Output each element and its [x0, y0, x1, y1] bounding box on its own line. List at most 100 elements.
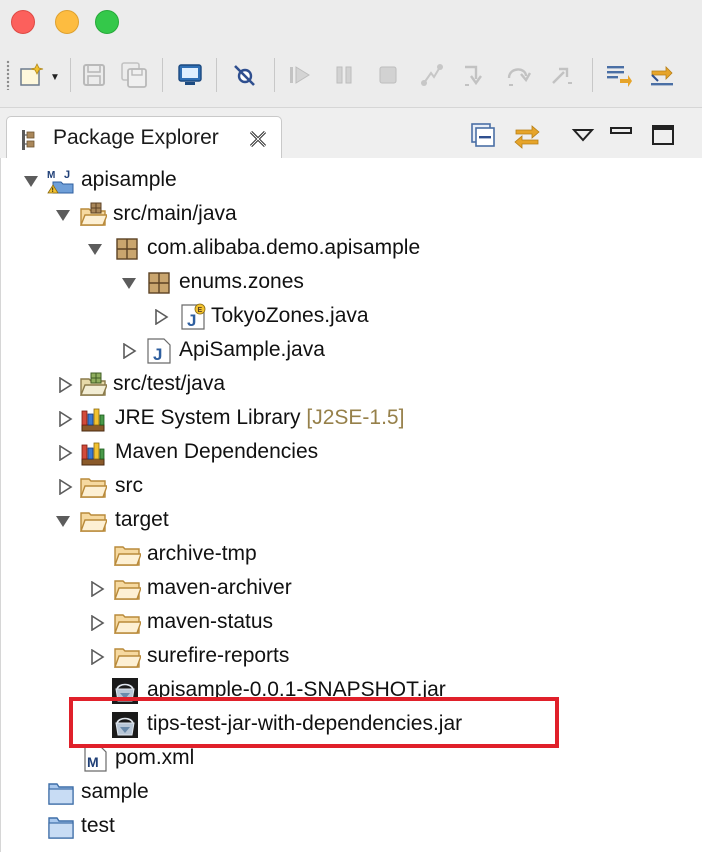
chevron-right-icon[interactable] [89, 581, 105, 597]
chevron-right-icon[interactable] [89, 615, 105, 631]
suspend-button[interactable] [330, 61, 358, 89]
step-into-button[interactable] [460, 61, 488, 89]
library-icon [79, 439, 107, 467]
tree-item[interactable]: sample [1, 776, 702, 810]
collapse-all-button[interactable] [468, 120, 498, 150]
tree-item-label: pom.xml [115, 746, 195, 769]
disconnect-icon [421, 64, 443, 86]
tree-item[interactable]: M J ! apisample [1, 164, 702, 198]
save-all-button[interactable] [120, 61, 148, 89]
svg-text:E: E [198, 307, 203, 314]
tree-item[interactable]: test [1, 810, 702, 844]
link-with-editor-icon [514, 125, 540, 149]
tree-item-label: test [81, 814, 115, 837]
open-console-button[interactable] [176, 61, 204, 89]
java-enum-file-icon: J E [179, 303, 207, 331]
new-wizard-button[interactable] [18, 61, 46, 89]
java-file-icon: J [145, 337, 173, 365]
tree-item[interactable]: J E TokyoZones.java [1, 300, 702, 334]
step-return-icon [552, 67, 572, 84]
step-into-icon [465, 65, 482, 86]
tree-item[interactable]: maven-archiver [1, 572, 702, 606]
chevron-down-icon[interactable] [23, 173, 39, 189]
collapse-all-icon [471, 123, 495, 147]
resume-icon [290, 66, 310, 84]
save-all-icon [121, 62, 147, 88]
terminate-button[interactable] [374, 61, 402, 89]
step-over-button[interactable] [504, 61, 532, 89]
view-menu-icon [571, 129, 595, 142]
tree-item[interactable]: src/test/java [1, 368, 702, 402]
tree-item[interactable]: J ApiSample.java [1, 334, 702, 368]
closed-project-icon [47, 779, 75, 807]
tree-item[interactable]: enums.zones [1, 266, 702, 300]
tree-item-label: src/main/java [113, 202, 237, 225]
next-annotation-button[interactable] [604, 61, 632, 89]
folder-icon [113, 541, 141, 569]
tree-item-label: JRE System Library [J2SE-1.5] [115, 406, 405, 429]
tree-item[interactable]: src [1, 470, 702, 504]
tree-item-label: ApiSample.java [179, 338, 325, 361]
previous-annotation-icon [651, 66, 673, 86]
toolbar-separator [162, 58, 163, 92]
suspend-icon [336, 66, 352, 84]
toolbar-grip[interactable] [6, 60, 10, 90]
folder-icon [113, 575, 141, 603]
library-icon [79, 405, 107, 433]
tree-item-label: surefire-reports [147, 644, 290, 667]
package-icon [113, 235, 141, 263]
chevron-right-icon[interactable] [153, 309, 169, 325]
chevron-down-icon[interactable] [55, 207, 71, 223]
tree-item-label: target [115, 508, 169, 531]
previous-annotation-button[interactable] [648, 61, 676, 89]
tree-item-label: TokyoZones.java [211, 304, 369, 327]
chevron-down-icon[interactable] [121, 275, 137, 291]
tree-item[interactable]: Maven Dependencies [1, 436, 702, 470]
chevron-right-icon[interactable] [57, 411, 73, 427]
folder-icon [113, 643, 141, 671]
close-icon[interactable] [247, 128, 269, 150]
chevron-down-icon[interactable] [55, 513, 71, 529]
close-window-button[interactable] [11, 10, 35, 34]
tree-item[interactable]: maven-status [1, 606, 702, 640]
chevron-right-icon[interactable] [57, 479, 73, 495]
tab-package-explorer[interactable]: Package Explorer [6, 116, 282, 158]
tree-item[interactable]: JRE System Library [J2SE-1.5] [1, 402, 702, 436]
step-return-button[interactable] [548, 61, 576, 89]
dropdown-arrow-icon[interactable]: ▼ [50, 72, 60, 83]
terminate-icon [379, 66, 397, 84]
maven-pom-icon: M [81, 745, 109, 773]
svg-text:J: J [64, 169, 70, 181]
disconnect-button[interactable] [418, 61, 446, 89]
package-icon [145, 269, 173, 297]
chevron-down-icon[interactable] [87, 241, 103, 257]
tree-item-label: apisample [81, 168, 177, 191]
minimize-view-button[interactable] [606, 120, 636, 150]
save-icon [83, 64, 105, 86]
chevron-right-icon[interactable] [89, 649, 105, 665]
maximize-view-button[interactable] [648, 120, 678, 150]
svg-text:J: J [187, 311, 196, 330]
toolbar-separator [70, 58, 71, 92]
tree-item[interactable]: target [1, 504, 702, 538]
svg-text:!: ! [52, 188, 54, 194]
tree-item[interactable]: surefire-reports [1, 640, 702, 674]
link-with-editor-button[interactable] [512, 120, 542, 150]
skip-breakpoints-button[interactable] [230, 61, 258, 89]
closed-project-icon [47, 813, 75, 841]
tree-item-label: src/test/java [113, 372, 226, 395]
folder-icon [79, 473, 107, 501]
chevron-right-icon[interactable] [57, 445, 73, 461]
chevron-right-icon[interactable] [57, 377, 73, 393]
tree-item[interactable]: com.alibaba.demo.apisample [1, 232, 702, 266]
view-menu-button[interactable] [568, 120, 598, 150]
svg-text:J: J [153, 345, 162, 364]
maven-project-icon: M J ! [47, 167, 75, 195]
minimize-window-button[interactable] [55, 10, 79, 34]
tree-item[interactable]: src/main/java [1, 198, 702, 232]
save-button[interactable] [80, 61, 108, 89]
resume-button[interactable] [286, 61, 314, 89]
zoom-window-button[interactable] [95, 10, 119, 34]
tree-item[interactable]: archive-tmp [1, 538, 702, 572]
chevron-right-icon[interactable] [121, 343, 137, 359]
